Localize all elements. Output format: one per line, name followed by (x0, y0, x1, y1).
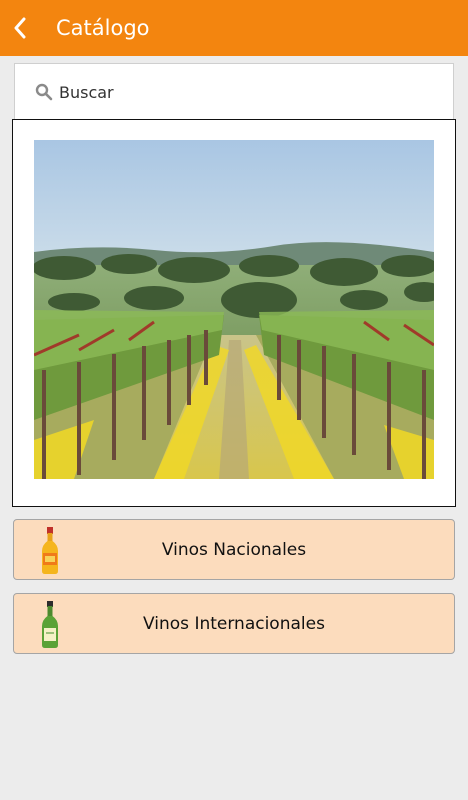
search-bar[interactable]: Buscar (14, 63, 454, 119)
app-bar: Catálogo (0, 0, 468, 56)
vineyard-photo (34, 140, 434, 479)
search-icon (35, 83, 53, 101)
category-label: Vinos Nacionales (161, 539, 307, 560)
chevron-left-icon (14, 17, 26, 39)
back-button[interactable] (0, 0, 40, 56)
category-vinos-nacionales[interactable]: Vinos Nacionales (13, 519, 455, 580)
banner-card (12, 119, 456, 507)
page-title: Catálogo (56, 16, 150, 40)
search-placeholder: Buscar (59, 83, 114, 102)
category-vinos-internacionales[interactable]: Vinos Internacionales (13, 593, 455, 654)
category-label: Vinos Internacionales (143, 613, 325, 634)
